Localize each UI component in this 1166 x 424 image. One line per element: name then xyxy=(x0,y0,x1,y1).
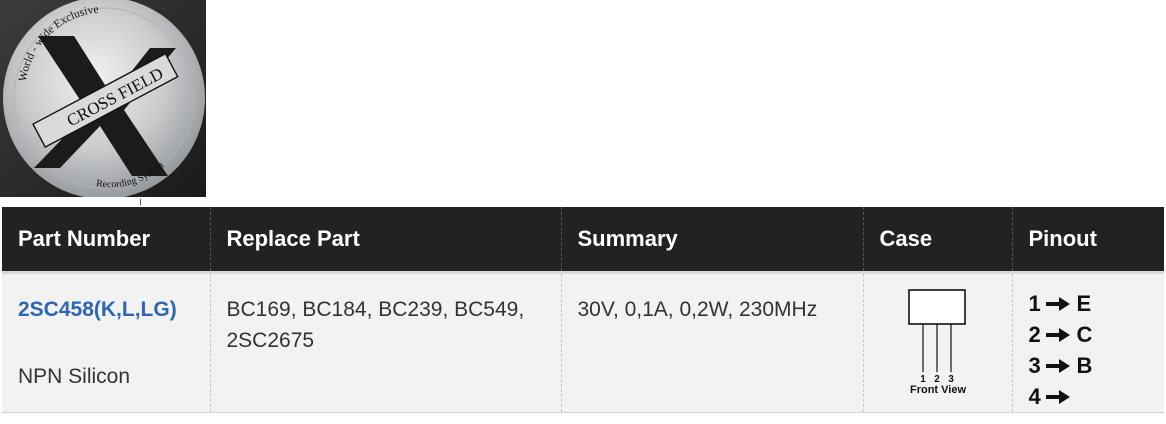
pinout-label: C xyxy=(1076,322,1093,347)
pinout-row: 3 B xyxy=(1029,350,1149,381)
pinout-number: 1 xyxy=(1028,291,1041,316)
pinout-list: 1 E 2 C 3 B 4 xyxy=(1029,288,1149,412)
pinout-number: 2 xyxy=(1028,322,1041,347)
header-summary: Summary xyxy=(561,207,864,273)
pinout-row: 4 xyxy=(1029,381,1149,412)
pinout-number: 3 xyxy=(1028,353,1041,378)
table-header-row: Part Number Replace Part Summary Case Pi… xyxy=(2,207,1164,273)
header-replace-part: Replace Part xyxy=(210,207,562,273)
part-number-link[interactable]: 2SC458(K,L,LG) xyxy=(18,294,194,325)
pinout-cell: 1 E 2 C 3 B 4 xyxy=(1012,271,1164,413)
pinout-number: 4 xyxy=(1028,384,1041,409)
arrow-right-icon xyxy=(1045,358,1071,373)
table-row: 2SC458(K,L,LG) NPN Silicon BC169, BC184,… xyxy=(2,271,1164,413)
header-case: Case xyxy=(863,207,1013,273)
pinout-label: B xyxy=(1076,353,1093,378)
parts-table: Part Number Replace Part Summary Case Pi… xyxy=(2,207,1164,413)
pinout-row: 1 E xyxy=(1029,288,1149,319)
pinout-label: E xyxy=(1076,291,1092,316)
divider-tick xyxy=(140,199,141,205)
case-view-label: Front View xyxy=(909,384,965,394)
header-part-number: Part Number xyxy=(2,207,211,273)
arrow-right-icon xyxy=(1045,327,1071,342)
pinout-row: 2 C xyxy=(1029,319,1149,350)
part-number-cell: 2SC458(K,L,LG) NPN Silicon xyxy=(2,271,211,413)
header-pinout: Pinout xyxy=(1012,207,1164,273)
arrow-right-icon xyxy=(1045,296,1071,311)
replace-part-cell: BC169, BC184, BC239, BC549, 2SC2675 xyxy=(210,271,562,413)
case-body xyxy=(907,289,966,325)
summary-cell: 30V, 0,1A, 0,2W, 230MHz xyxy=(561,271,864,413)
case-cell: 1 2 3 Front View xyxy=(863,271,1013,413)
part-type: NPN Silicon xyxy=(18,365,131,388)
crossfield-logo: CROSS FIELD World - wide Exclusive Recor… xyxy=(0,0,206,197)
arrow-right-icon xyxy=(1045,389,1071,404)
case-diagram: 1 2 3 Front View xyxy=(907,289,966,396)
